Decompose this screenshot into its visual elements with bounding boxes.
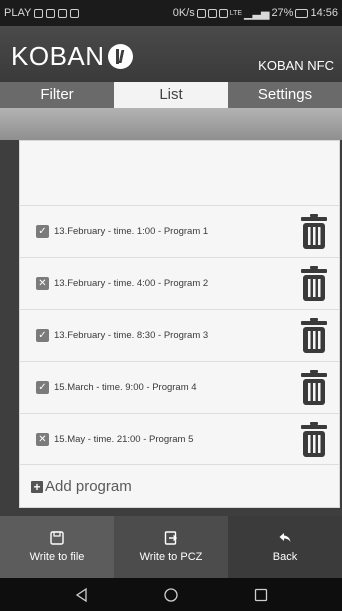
back-arrow-icon [279,533,291,542]
trash-icon[interactable] [301,318,327,353]
clock: 14:56 [310,7,338,19]
program-list: ✓ 13.February - time. 1:00 - Program 1 ✕… [19,140,340,508]
plus-icon: + [31,480,43,493]
eye-icon [218,8,228,18]
trash-icon[interactable] [301,214,327,249]
tab-bar: Filter List Settings [0,82,342,108]
write-to-file-label: Write to file [29,551,85,563]
tab-list[interactable]: List [114,82,228,108]
device-label: KOBAN NFC [258,58,334,73]
back-button[interactable]: Back [228,516,342,578]
program-row-5[interactable]: ✕ 15.May - time. 21:00 - Program 5 [20,413,339,465]
trash-icon[interactable] [301,370,327,405]
program-row-2[interactable]: ✕ 13.February - time. 4:00 - Program 2 [20,257,339,309]
program-label: 15.March - time. 9:00 - Program 4 [54,382,197,393]
checkbox-checked-icon[interactable]: ✓ [36,381,49,394]
checkbox-unchecked-icon[interactable]: ✕ [36,432,49,446]
battery-icon [295,8,309,18]
gallery-icon [70,8,80,18]
status-left: PLAY [4,7,80,19]
battery-level: 27% [271,7,294,19]
alarm-icon [207,8,217,18]
brand-name: KOBAN [11,41,105,71]
nav-back-icon[interactable] [74,587,90,603]
add-program-label: Add program [45,478,132,495]
signal-label: LTE [229,9,243,17]
tab-filter[interactable]: Filter [0,82,114,108]
program-row-1[interactable]: ✓ 13.February - time. 1:00 - Program 1 [20,205,339,257]
bottom-action-bar: Write to file Write to PCZ Back [0,516,342,578]
trash-icon[interactable] [301,421,327,457]
checkbox-checked-icon[interactable]: ✓ [36,225,49,238]
carrier-label: PLAY [4,7,32,19]
write-to-pcz-label: Write to PCZ [139,551,203,563]
system-nav-bar [0,578,342,611]
trash-icon[interactable] [301,266,327,301]
message-icon [46,8,56,18]
program-label: 15.May - time. 21:00 - Program 5 [54,433,194,445]
tab-settings[interactable]: Settings [228,82,342,108]
program-label: 13.February - time. 8:30 - Program 3 [54,330,209,341]
network-speed: 0K/s [172,7,195,19]
write-to-file-button[interactable]: Write to file [0,516,114,578]
status-bar: PLAY 0K/s LTE ▁▃▅ 27% 14:56 [0,0,342,26]
program-row-3[interactable]: ✓ 13.February - time. 8:30 - Program 3 [20,309,339,361]
app-header: KOBAN KOBAN NFC [0,26,342,82]
signal-icon: ▁▃▅ [244,7,270,20]
back-label: Back [272,551,298,563]
nav-home-icon[interactable] [163,587,179,603]
notification-icon [34,8,44,18]
brand-logo-group: KOBAN [11,41,133,72]
program-label: 13.February - time. 1:00 - Program 1 [54,226,209,237]
add-program-button[interactable]: + Add program [31,478,132,495]
koban-logo-icon [107,44,133,69]
write-to-pcz-button[interactable]: Write to PCZ [114,516,228,578]
checkbox-unchecked-icon[interactable]: ✕ [36,277,49,290]
checkbox-checked-icon[interactable]: ✓ [36,329,49,342]
app-icon [58,8,68,18]
nav-recents-icon[interactable] [253,587,269,603]
save-icon [50,531,64,545]
header-divider-strip [0,108,342,140]
nfc-icon [196,8,206,18]
status-right: 0K/s LTE ▁▃▅ 27% 14:56 [173,7,338,20]
export-icon [164,531,177,545]
program-label: 13.February - time. 4:00 - Program 2 [54,278,209,289]
program-row-4[interactable]: ✓ 15.March - time. 9:00 - Program 4 [20,361,339,413]
